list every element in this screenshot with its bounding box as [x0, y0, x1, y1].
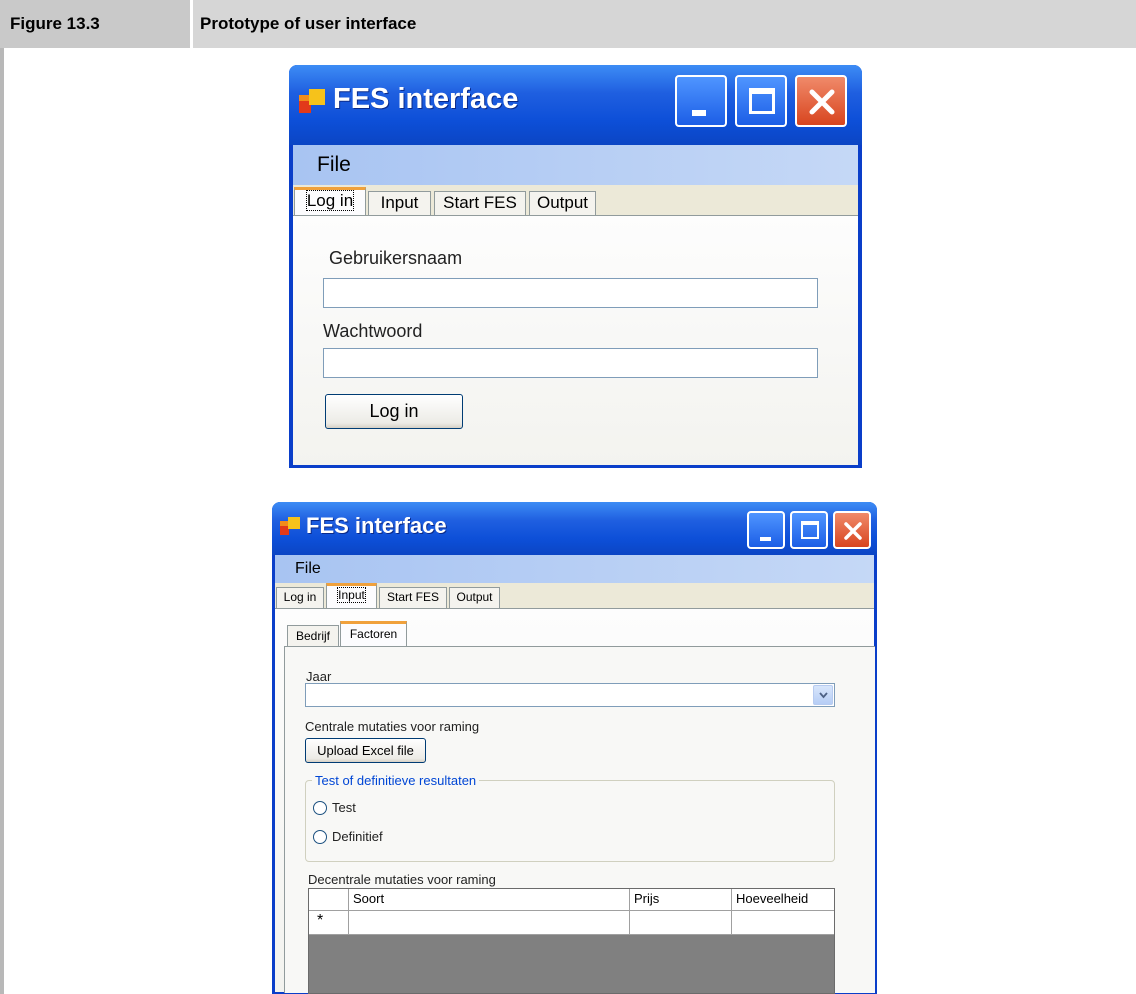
radio-definitief[interactable] — [313, 830, 327, 844]
figure-number: Figure 13.3 — [0, 0, 190, 48]
subtab-factoren[interactable]: Factoren — [340, 621, 407, 647]
minimize-button[interactable] — [747, 511, 785, 549]
grid-cell-hoeveelheid[interactable] — [732, 911, 834, 935]
username-label: Gebruikersnaam — [329, 248, 463, 268]
username-field[interactable] — [323, 278, 818, 308]
menu-file[interactable]: File — [317, 153, 351, 177]
radio-test-label[interactable]: Test — [332, 800, 356, 815]
grid-corner-header — [309, 889, 349, 911]
tab-log-in[interactable]: Log in — [294, 187, 366, 215]
tab-start-fes[interactable]: Start FES — [379, 587, 447, 608]
minimize-icon — [692, 110, 706, 116]
jaar-label: Jaar — [306, 669, 332, 684]
login-window: FES interface File Log in Input Start FE… — [289, 65, 862, 468]
grid-column-header[interactable]: Soort — [349, 889, 630, 911]
password-label: Wachtwoord — [323, 321, 423, 341]
figure-title: Prototype of user interface — [190, 0, 1136, 48]
central-mutations-label: Centrale mutaties voor raming — [305, 719, 480, 734]
close-button[interactable] — [833, 511, 871, 549]
grid-new-row-marker: * — [309, 911, 349, 935]
tab-label: Input — [337, 587, 366, 603]
upload-excel-button[interactable]: Upload Excel file — [305, 738, 426, 763]
grid-column-header[interactable]: Hoeveelheid — [732, 889, 834, 911]
tab-start-fes[interactable]: Start FES — [434, 191, 526, 215]
login-button[interactable]: Log in — [325, 394, 463, 429]
decentral-mutations-label: Decentrale mutaties voor raming — [308, 872, 496, 887]
tab-output[interactable]: Output — [449, 587, 500, 608]
input-window: FES interface File Log in Input Start FE… — [272, 502, 877, 994]
window-title: FES interface — [333, 83, 519, 115]
subtab-bedrijf[interactable]: Bedrijf — [287, 625, 339, 646]
menu-bar: File — [293, 145, 858, 185]
close-icon — [844, 522, 862, 540]
login-tab-page: Gebruikersnaam Wachtwoord Log in — [293, 215, 858, 465]
jaar-combobox[interactable] — [305, 683, 835, 707]
app-icon — [299, 89, 325, 115]
tab-output[interactable]: Output — [529, 191, 596, 215]
maximize-icon — [801, 521, 819, 539]
maximize-icon — [749, 88, 775, 114]
figure-left-rule — [0, 48, 4, 994]
grid-cell-soort[interactable] — [349, 911, 630, 935]
radio-definitief-label[interactable]: Definitief — [332, 829, 383, 844]
menu-bar: File — [275, 555, 874, 583]
result-type-group-title: Test of definitieve resultaten — [312, 773, 480, 788]
tab-log-in[interactable]: Log in — [276, 587, 324, 608]
radio-test[interactable] — [313, 801, 327, 815]
input-tab-page: Bedrijf Factoren Jaar Centrale mutaties … — [275, 608, 875, 994]
tab-input[interactable]: Input — [368, 191, 431, 215]
close-button[interactable] — [795, 75, 847, 127]
tab-label: Log in — [305, 190, 355, 211]
tab-input[interactable]: Input — [326, 583, 377, 608]
window-title: FES interface — [306, 513, 447, 538]
mutations-grid[interactable]: Soort Prijs Hoeveelheid * — [308, 888, 835, 994]
grid-cell-prijs[interactable] — [630, 911, 732, 935]
minimize-button[interactable] — [675, 75, 727, 127]
login-window-client: File Log in Input Start FES Output Gebru… — [293, 145, 858, 465]
input-window-titlebar[interactable]: FES interface — [272, 502, 877, 555]
figure-header-divider — [190, 0, 193, 48]
input-window-client: File Log in Input Start FES Output Bedri… — [275, 555, 875, 994]
login-window-titlebar[interactable]: FES interface — [289, 65, 862, 145]
jaar-dropdown-button[interactable] — [813, 685, 833, 705]
minimize-icon — [760, 537, 771, 541]
menu-file[interactable]: File — [295, 560, 321, 578]
grid-column-header[interactable]: Prijs — [630, 889, 732, 911]
maximize-button[interactable] — [790, 511, 828, 549]
password-field[interactable] — [323, 348, 818, 378]
app-icon — [280, 517, 300, 537]
tab-strip: Log in Input Start FES Output — [275, 583, 874, 608]
chevron-down-icon — [819, 692, 828, 699]
maximize-button[interactable] — [735, 75, 787, 127]
tab-strip: Log in Input Start FES Output — [293, 185, 858, 215]
result-type-groupbox — [305, 780, 835, 862]
close-icon — [809, 89, 835, 115]
